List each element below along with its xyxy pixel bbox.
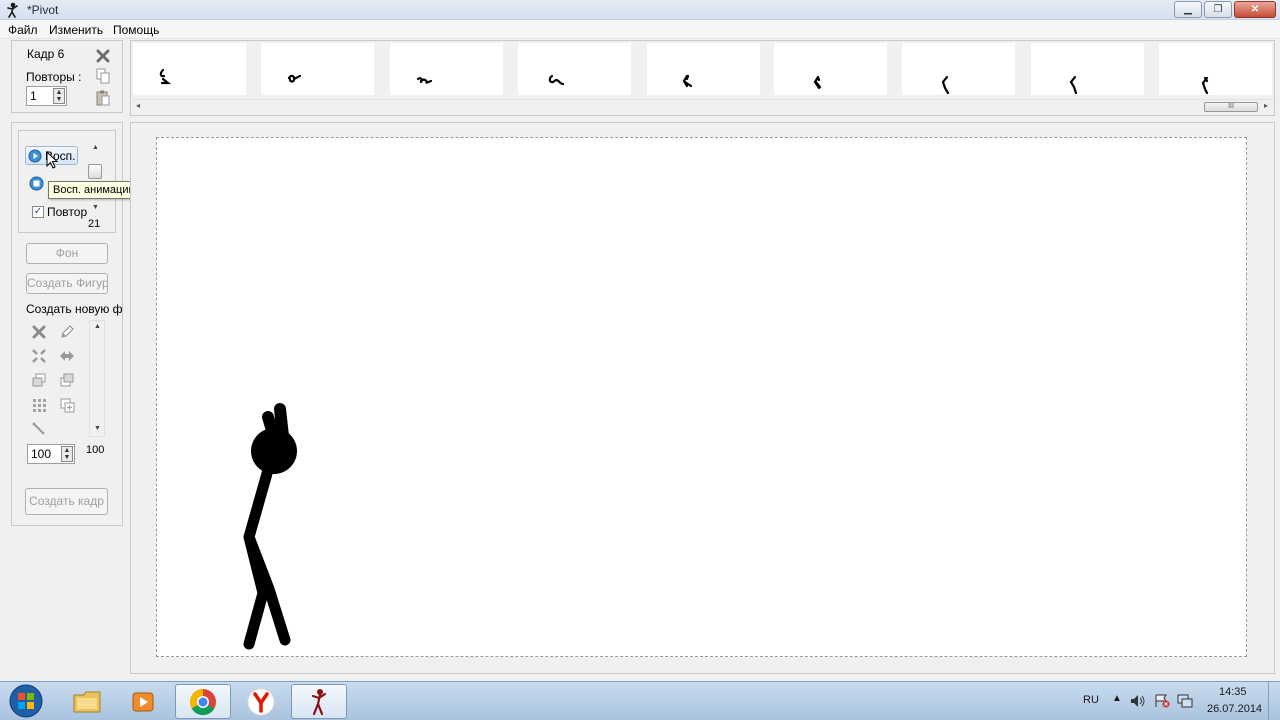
- speed-slider-thumb[interactable]: [88, 164, 102, 179]
- timeline-scrollbar[interactable]: ◂ III ▸: [133, 99, 1273, 113]
- slider-down-icon: ▼: [92, 204, 99, 211]
- slider-up-icon: ▲: [94, 323, 101, 330]
- minimize-icon: ▁: [1184, 4, 1192, 15]
- taskbar-chrome[interactable]: [175, 684, 231, 719]
- loop-checkbox[interactable]: ✓: [32, 206, 44, 218]
- clock-date[interactable]: 26.07.2014: [1207, 703, 1262, 715]
- spinner-arrows-icon[interactable]: ▲ ▼: [53, 88, 65, 104]
- yandex-browser-icon: [247, 688, 275, 715]
- background-button[interactable]: Фон: [26, 243, 108, 264]
- timeline-frame-7[interactable]: [902, 43, 1015, 95]
- timeline-frame-6[interactable]: [774, 43, 887, 95]
- figure-scale-slider[interactable]: ▲ ▼: [89, 320, 105, 437]
- speed-slider[interactable]: ▲ ▼: [88, 142, 104, 214]
- maximize-button[interactable]: ❐: [1204, 1, 1232, 18]
- duplicate-figure-icon[interactable]: [58, 396, 76, 414]
- timeline-frame-3[interactable]: [390, 43, 503, 95]
- timeline-frame-4[interactable]: [518, 43, 631, 95]
- windows-logo-icon: [9, 684, 43, 718]
- timeline-frame-2[interactable]: [261, 43, 374, 95]
- speed-value: 21: [88, 218, 101, 230]
- scroll-right-icon[interactable]: ▸: [1264, 101, 1268, 110]
- start-button[interactable]: [6, 682, 46, 720]
- taskbar-explorer[interactable]: [59, 684, 115, 719]
- taskbar-media-player[interactable]: [115, 684, 171, 719]
- action-center-flag-icon[interactable]: [1154, 694, 1170, 708]
- repeats-spinner[interactable]: 1 ▲ ▼: [26, 86, 67, 106]
- repeats-label: Повторы :: [26, 70, 82, 84]
- menu-file[interactable]: Файл: [8, 23, 38, 37]
- pivot-app-icon: [311, 688, 327, 715]
- menu-help[interactable]: Помощь: [113, 23, 159, 37]
- minimize-button[interactable]: ▁: [1174, 1, 1202, 18]
- figure-scale-value: 100: [31, 447, 52, 461]
- figure-scale-spinner[interactable]: 100 ▲ ▼: [27, 444, 75, 464]
- create-frame-button[interactable]: Создать кадр: [25, 488, 108, 515]
- close-icon: ✕: [1250, 4, 1260, 15]
- menu-edit[interactable]: Изменить: [49, 23, 103, 37]
- checkmark-icon: ✓: [33, 206, 43, 217]
- send-backward-icon[interactable]: [58, 371, 76, 389]
- network-icon[interactable]: [1177, 694, 1193, 708]
- bring-forward-icon[interactable]: [30, 371, 48, 389]
- timeline-frame-5[interactable]: [647, 43, 760, 95]
- spinner-arrows-icon[interactable]: ▲ ▼: [61, 446, 73, 462]
- scroll-left-icon[interactable]: ◂: [136, 101, 140, 110]
- title-bar: *Pivot ▁ ❐ ✕: [0, 0, 1280, 20]
- create-figure-button[interactable]: Создать Фигуру: [26, 273, 108, 294]
- show-hidden-icons-icon[interactable]: ▲: [1112, 693, 1122, 704]
- flip-figure-icon[interactable]: [58, 347, 76, 365]
- timeline-frame-1[interactable]: [133, 43, 246, 95]
- restore-icon: ❐: [1213, 4, 1223, 15]
- timeline-frame-8[interactable]: [1031, 43, 1144, 95]
- window-title: *Pivot: [27, 3, 59, 17]
- volume-icon[interactable]: [1130, 694, 1146, 708]
- copy-frame-icon[interactable]: [95, 68, 111, 84]
- stop-icon[interactable]: [29, 176, 44, 191]
- figure-scale-max: 100: [86, 444, 105, 456]
- show-desktop-button[interactable]: [1268, 682, 1280, 720]
- slider-down-icon: ▼: [94, 425, 101, 432]
- grid-icon[interactable]: [30, 396, 48, 414]
- paste-frame-icon[interactable]: [95, 90, 111, 106]
- windows-taskbar: RU ▲ 14:35 26.07.2014: [0, 681, 1280, 720]
- line-tool-icon[interactable]: [30, 420, 48, 438]
- clock-time[interactable]: 14:35: [1219, 686, 1247, 698]
- folder-icon: [73, 691, 101, 712]
- edit-figure-icon[interactable]: [58, 323, 76, 341]
- mouse-cursor-icon: [46, 151, 59, 169]
- play-icon: [28, 149, 42, 163]
- close-window-button[interactable]: ✕: [1234, 1, 1276, 18]
- delete-frame-icon[interactable]: [95, 48, 111, 64]
- frame-label: Кадр 6: [27, 47, 65, 61]
- pivot-app-icon: [7, 2, 18, 18]
- delete-figure-icon[interactable]: [30, 323, 48, 341]
- stick-figure[interactable]: [232, 395, 312, 660]
- center-figure-icon[interactable]: [30, 347, 48, 365]
- menu-bar: Файл Изменить Помощь: [0, 20, 1280, 39]
- language-indicator[interactable]: RU: [1083, 694, 1099, 706]
- chrome-icon: [189, 688, 216, 715]
- loop-label: Повтор: [47, 205, 88, 219]
- animation-canvas[interactable]: [156, 137, 1247, 657]
- timeline-frame-9[interactable]: [1159, 43, 1272, 95]
- slider-up-icon: ▲: [92, 144, 99, 151]
- taskbar-pivot[interactable]: [291, 684, 347, 719]
- create-new-figure-label: Создать новую ф: [26, 302, 123, 316]
- media-player-icon: [132, 692, 154, 711]
- timeline-scroll-thumb[interactable]: III: [1204, 102, 1258, 112]
- taskbar-yandex[interactable]: [233, 684, 289, 719]
- repeats-value: 1: [30, 89, 37, 103]
